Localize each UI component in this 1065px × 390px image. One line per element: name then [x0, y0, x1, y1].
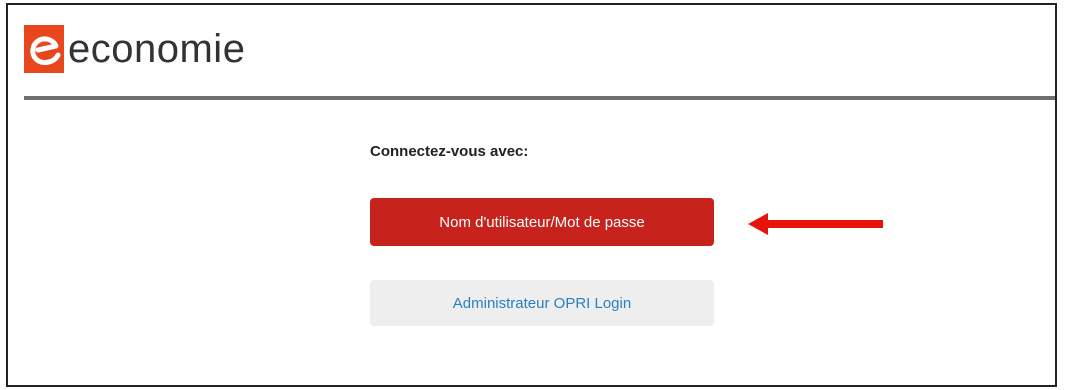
arrow-left-icon [748, 213, 883, 235]
economie-e-logo-icon [24, 25, 64, 73]
page-frame: economie Connectez-vous avec: Nom d'util… [6, 3, 1057, 387]
login-prompt: Connectez-vous avec: [370, 143, 529, 160]
username-password-button[interactable]: Nom d'utilisateur/Mot de passe [370, 198, 714, 246]
opri-admin-login-button[interactable]: Administrateur OPRI Login [370, 280, 714, 326]
logo-text: economie [68, 27, 246, 71]
logo[interactable]: economie [24, 25, 245, 73]
header: economie [8, 5, 1055, 98]
header-divider [24, 96, 1055, 100]
